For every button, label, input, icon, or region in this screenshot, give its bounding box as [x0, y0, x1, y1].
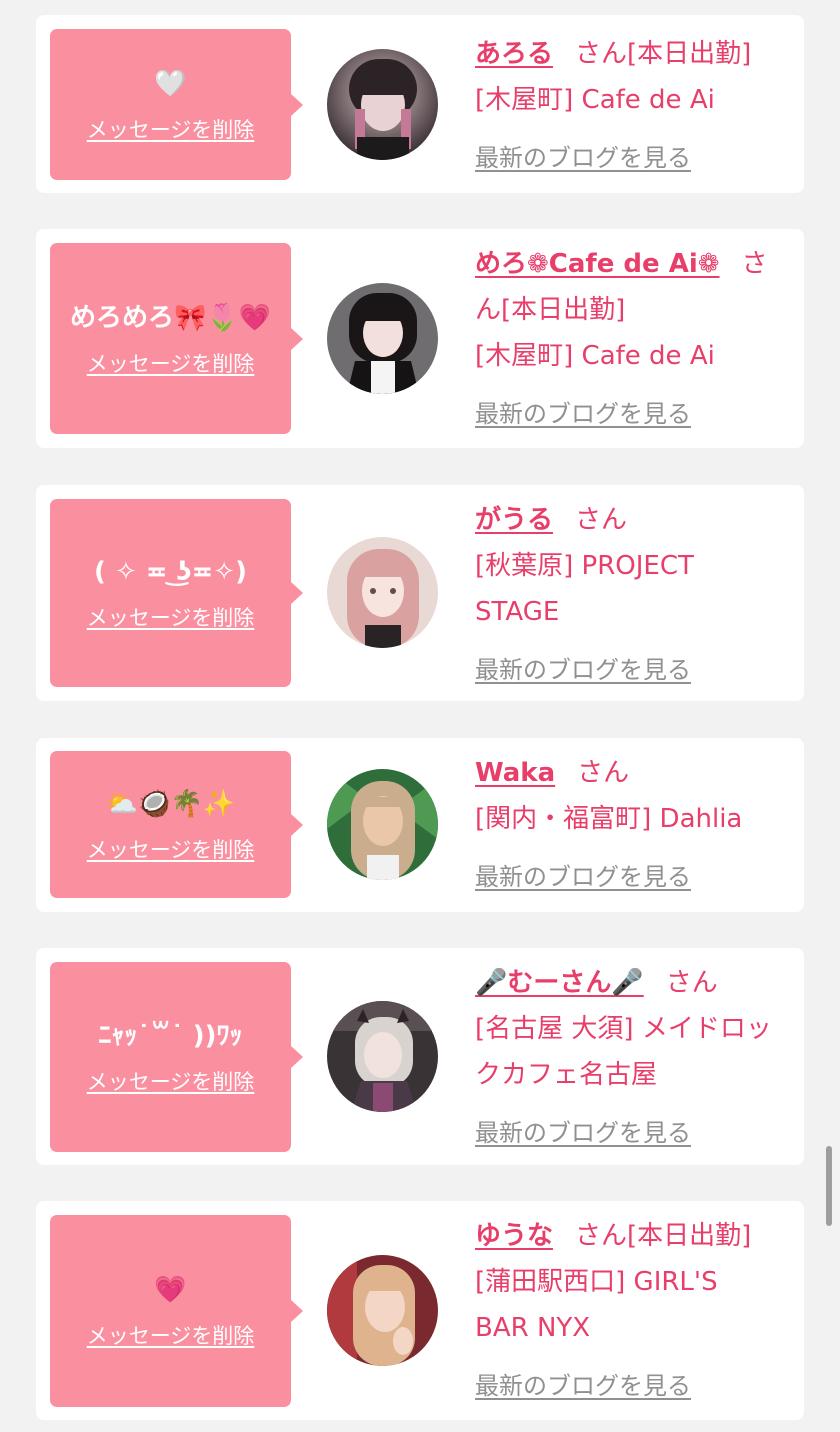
- message-text: 💗: [154, 1275, 187, 1305]
- message-bubble: 💗 メッセージを削除: [50, 1215, 303, 1407]
- latest-blog-link[interactable]: 最新のブログを見る: [475, 1363, 691, 1409]
- favorite-card: ﾆｬｯ˙꒳˙ ))ﾜｯ メッセージを削除 🎤むーさん🎤 さん [名古屋 大須] メ…: [36, 948, 804, 1165]
- delete-message-link[interactable]: メッセージを削除: [87, 1320, 255, 1350]
- delete-message-link[interactable]: メッセージを削除: [87, 114, 255, 144]
- delete-message-link[interactable]: メッセージを削除: [87, 1066, 255, 1096]
- message-bubble: ﾆｬｯ˙꒳˙ ))ﾜｯ メッセージを削除: [50, 962, 303, 1152]
- favorite-card: ⛅🥥🌴✨ メッセージを削除 Waka さん [関内・福富町] Dahlia 最新の…: [36, 738, 804, 912]
- avatar[interactable]: [327, 769, 438, 880]
- avatar[interactable]: [327, 49, 438, 160]
- message-bubble: めろめろ🎀🌷💗 メッセージを削除: [50, 243, 303, 434]
- message-bubble: ( ✧ ≖ ͜ʖ≖✧) メッセージを削除: [50, 499, 303, 687]
- shop-name: [秋葉原] PROJECT STAGE: [475, 551, 694, 627]
- honorific: さん: [575, 505, 628, 535]
- name-line: 🎤むーさん🎤 さん: [475, 960, 787, 1006]
- name-line: がうる さん: [475, 497, 787, 543]
- delete-message-link[interactable]: メッセージを削除: [87, 834, 255, 864]
- avatar[interactable]: [327, 1001, 438, 1112]
- honorific: さん: [665, 968, 718, 998]
- message-text: ⛅🥥🌴✨: [105, 788, 236, 819]
- cast-info: ゆうな さん[本日出勤] [蒲田駅西口] GIRL'S BAR NYX 最新のブロ…: [475, 1213, 787, 1409]
- status-badge: [本日出勤]: [627, 39, 752, 69]
- name-line: めろ❁Cafe de Ai❁ さん[本日出勤]: [475, 241, 787, 333]
- name-line: あろる さん[本日出勤]: [475, 31, 787, 77]
- favorite-card: めろめろ🎀🌷💗 メッセージを削除 めろ❁Cafe de Ai❁ さん[本日出勤] …: [36, 229, 804, 448]
- shop-name: [蒲田駅西口] GIRL'S BAR NYX: [475, 1267, 718, 1343]
- cast-name-link[interactable]: ゆうな: [475, 1221, 553, 1251]
- cast-info: 🎤むーさん🎤 さん [名古屋 大須] メイドロックカフェ名古屋 最新のブログを見る: [475, 960, 787, 1156]
- cast-info: めろ❁Cafe de Ai❁ さん[本日出勤] [木屋町] Cafe de Ai …: [475, 241, 787, 437]
- latest-blog-link[interactable]: 最新のブログを見る: [475, 647, 691, 693]
- vertical-scrollbar[interactable]: [826, 1146, 832, 1226]
- cast-info: がうる さん [秋葉原] PROJECT STAGE 最新のブログを見る: [475, 497, 787, 693]
- cast-name-link[interactable]: あろる: [475, 39, 553, 69]
- honorific: さん: [575, 39, 628, 69]
- cast-name-link[interactable]: 🎤むーさん🎤: [475, 968, 644, 998]
- favorite-card: 💗 メッセージを削除 ゆうな さん[本日出勤] [蒲田駅西口] GIRL'S BA…: [36, 1201, 804, 1420]
- cast-info: あろる さん[本日出勤] [木屋町] Cafe de Ai 最新のブログを見る: [475, 31, 787, 181]
- avatar[interactable]: [327, 537, 438, 648]
- status-badge: [本日出勤]: [627, 1221, 752, 1251]
- favorites-list: 🤍 メッセージを削除 あろる さん[本日出勤] [木屋町] Cafe de Ai …: [0, 0, 840, 1432]
- message-text: 🤍: [154, 68, 187, 99]
- message-bubble: ⛅🥥🌴✨ メッセージを削除: [50, 751, 303, 898]
- avatar[interactable]: [327, 283, 438, 394]
- message-text: ﾆｬｯ˙꒳˙ ))ﾜｯ: [98, 1021, 243, 1051]
- delete-message-link[interactable]: メッセージを削除: [87, 348, 255, 378]
- latest-blog-link[interactable]: 最新のブログを見る: [475, 1110, 691, 1156]
- avatar[interactable]: [327, 1255, 438, 1366]
- status-badge: [本日出勤]: [501, 295, 626, 325]
- favorite-card: 🤍 メッセージを削除 あろる さん[本日出勤] [木屋町] Cafe de Ai …: [36, 15, 804, 193]
- latest-blog-link[interactable]: 最新のブログを見る: [475, 854, 691, 900]
- honorific: さん: [577, 758, 630, 788]
- shop-name: [木屋町] Cafe de Ai: [475, 341, 715, 371]
- favorite-card: ( ✧ ≖ ͜ʖ≖✧) メッセージを削除 がうる さん [秋葉原] PROJECT…: [36, 485, 804, 701]
- latest-blog-link[interactable]: 最新のブログを見る: [475, 135, 691, 181]
- message-text: めろめろ🎀🌷💗: [69, 302, 272, 333]
- name-line: Waka さん: [475, 750, 787, 796]
- delete-message-link[interactable]: メッセージを削除: [87, 602, 255, 632]
- honorific: さん: [575, 1221, 628, 1251]
- message-text: ( ✧ ≖ ͜ʖ≖✧): [94, 557, 247, 587]
- cast-name-link[interactable]: がうる: [475, 505, 553, 535]
- message-bubble: 🤍 メッセージを削除: [50, 29, 303, 180]
- latest-blog-link[interactable]: 最新のブログを見る: [475, 391, 691, 437]
- shop-name: [木屋町] Cafe de Ai: [475, 85, 715, 115]
- cast-info: Waka さん [関内・福富町] Dahlia 最新のブログを見る: [475, 750, 787, 900]
- cast-name-link[interactable]: めろ❁Cafe de Ai❁: [475, 249, 720, 279]
- name-line: ゆうな さん[本日出勤]: [475, 1213, 787, 1259]
- shop-name: [関内・福富町] Dahlia: [475, 804, 743, 834]
- shop-name: [名古屋 大須] メイドロックカフェ名古屋: [475, 1014, 772, 1090]
- cast-name-link[interactable]: Waka: [475, 758, 555, 788]
